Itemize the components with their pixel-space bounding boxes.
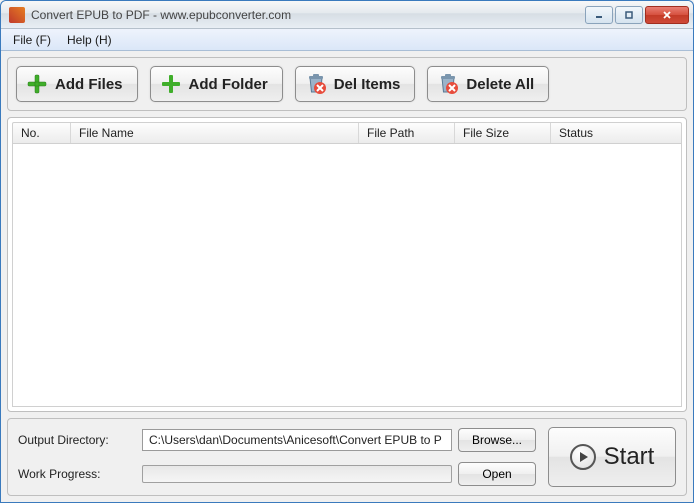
delete-all-button[interactable]: Delete All (427, 66, 549, 102)
list-header: No. File Name File Path File Size Status (12, 122, 682, 144)
list-body[interactable] (12, 144, 682, 407)
window-controls (585, 6, 689, 24)
add-folder-button[interactable]: Add Folder (150, 66, 283, 102)
delete-all-label: Delete All (466, 76, 534, 93)
col-no[interactable]: No. (13, 123, 71, 143)
open-button[interactable]: Open (458, 462, 536, 486)
start-button[interactable]: Start (548, 427, 676, 487)
titlebar: Convert EPUB to PDF - www.epubconverter.… (1, 1, 693, 29)
output-controls: Output Directory: Browse... Work Progres… (18, 427, 538, 487)
toolbar: Add Files Add Folder Del Items Delete Al… (7, 57, 687, 111)
col-file-size[interactable]: File Size (455, 123, 551, 143)
add-folder-label: Add Folder (189, 76, 268, 93)
close-icon (662, 10, 672, 20)
content-area: Add Files Add Folder Del Items Delete Al… (1, 51, 693, 502)
trash-delete-icon (304, 72, 328, 96)
del-items-button[interactable]: Del Items (295, 66, 416, 102)
plus-icon (25, 72, 49, 96)
col-file-path[interactable]: File Path (359, 123, 455, 143)
work-progress-label: Work Progress: (18, 467, 136, 481)
app-icon (9, 7, 25, 23)
output-directory-label: Output Directory: (18, 433, 136, 447)
menubar: File (F) Help (H) (1, 29, 693, 51)
play-icon (570, 444, 596, 470)
plus-icon (159, 72, 183, 96)
menu-file[interactable]: File (F) (5, 31, 59, 49)
add-files-label: Add Files (55, 76, 123, 93)
bottom-panel: Output Directory: Browse... Work Progres… (7, 418, 687, 496)
app-window: Convert EPUB to PDF - www.epubconverter.… (0, 0, 694, 503)
maximize-button[interactable] (615, 6, 643, 24)
trash-delete-icon (436, 72, 460, 96)
menu-help[interactable]: Help (H) (59, 31, 120, 49)
col-file-name[interactable]: File Name (71, 123, 359, 143)
file-list-panel: No. File Name File Path File Size Status (7, 117, 687, 412)
browse-button[interactable]: Browse... (458, 428, 536, 452)
minimize-button[interactable] (585, 6, 613, 24)
progress-bar (142, 465, 452, 483)
del-items-label: Del Items (334, 76, 401, 93)
minimize-icon (594, 10, 604, 20)
start-label: Start (604, 443, 655, 471)
maximize-icon (624, 10, 634, 20)
window-title: Convert EPUB to PDF - www.epubconverter.… (31, 8, 585, 22)
output-directory-input[interactable] (142, 429, 452, 451)
col-status[interactable]: Status (551, 123, 681, 143)
close-button[interactable] (645, 6, 689, 24)
add-files-button[interactable]: Add Files (16, 66, 138, 102)
